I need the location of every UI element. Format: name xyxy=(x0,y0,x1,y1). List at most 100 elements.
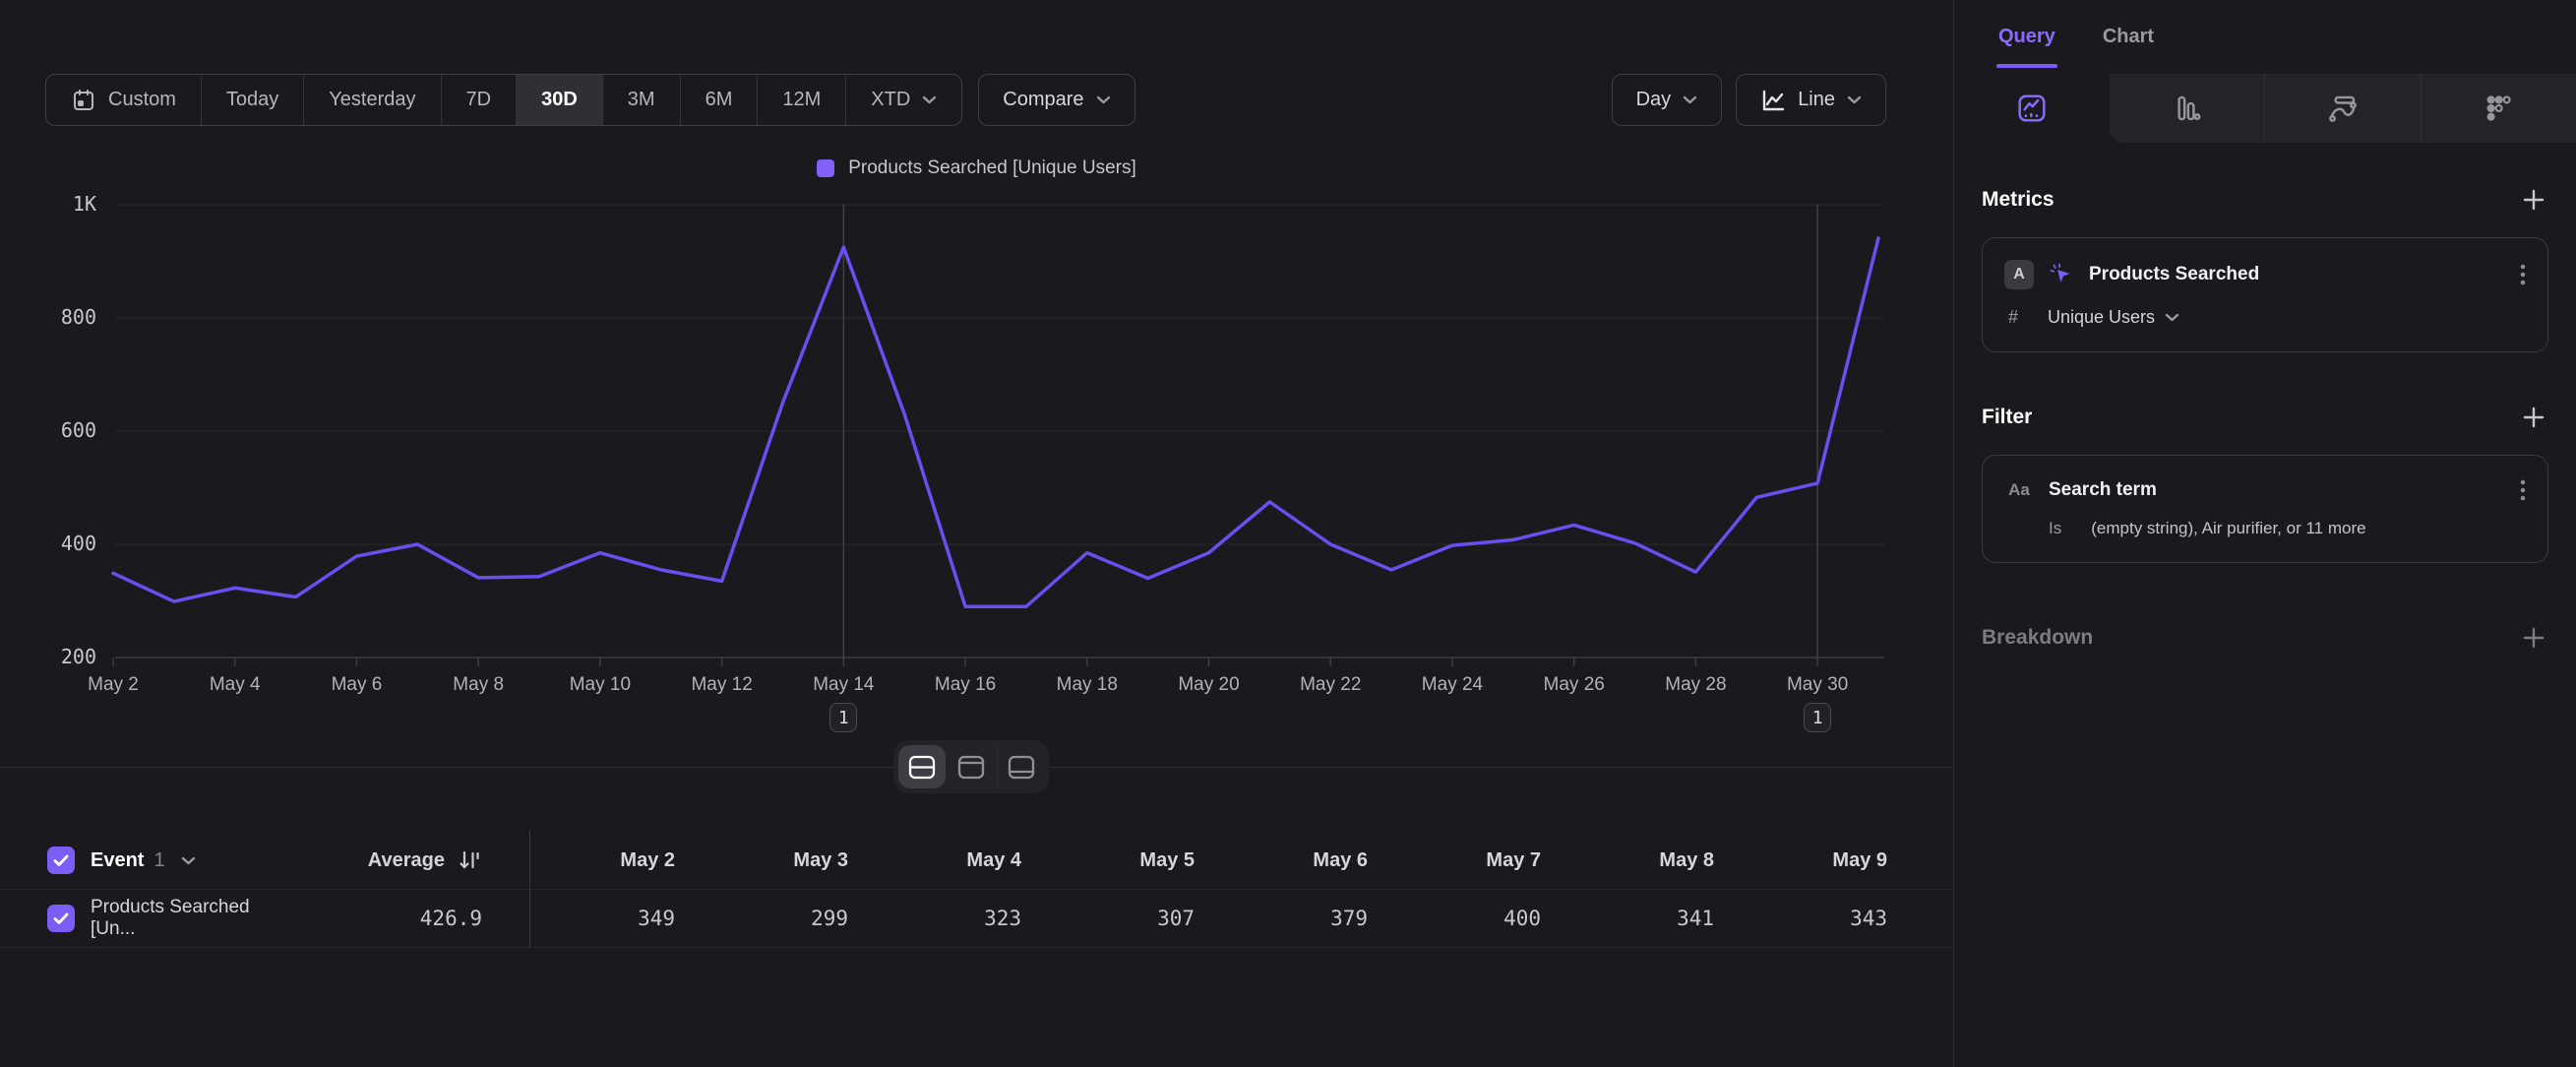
measure-dropdown[interactable]: Unique Users xyxy=(2048,307,2179,328)
table-view-button[interactable] xyxy=(997,745,1044,788)
value-cell: 343 xyxy=(1742,907,1915,930)
query-type-tabs xyxy=(1954,74,2576,143)
sort-icon[interactable] xyxy=(457,847,482,873)
range-today[interactable]: Today xyxy=(201,75,303,125)
range-6m[interactable]: 6M xyxy=(680,75,758,125)
date-column-header: May 6 xyxy=(1222,849,1395,872)
average-value: 426.9 xyxy=(420,907,482,930)
range-label: XTD xyxy=(871,89,910,111)
metrics-title: Metrics xyxy=(1982,188,2055,212)
tab-query[interactable]: Query xyxy=(1998,26,2055,48)
chart-type-dropdown[interactable]: Line xyxy=(1736,74,1886,126)
x-axis-label: May 26 xyxy=(1520,674,1628,696)
select-all-checkbox[interactable] xyxy=(47,847,75,874)
filter-title: Filter xyxy=(1982,406,2032,429)
date-column-header: May 5 xyxy=(1049,849,1222,872)
filter-menu-button[interactable] xyxy=(2520,477,2526,503)
x-axis-label: May 10 xyxy=(546,674,654,696)
date-column-header: May 8 xyxy=(1568,849,1742,872)
x-axis-label: May 6 xyxy=(302,674,410,696)
insights-icon xyxy=(2016,93,2048,124)
plus-icon xyxy=(2521,187,2546,213)
metrics-section-header: Metrics xyxy=(1982,182,2548,218)
filter-property-name[interactable]: Search term xyxy=(2049,479,2157,501)
granularity-dropdown[interactable]: Day xyxy=(1612,74,1723,126)
table-header-row: Event 1 Average May 2May 3May 4May 5May … xyxy=(0,832,1953,890)
x-axis-label: May 18 xyxy=(1033,674,1141,696)
event-count: 1 xyxy=(153,849,164,872)
line-chart[interactable] xyxy=(0,138,1953,768)
layout-toggle xyxy=(893,740,1049,793)
chevron-down-icon xyxy=(1683,95,1697,104)
average-header-cell[interactable]: Average xyxy=(295,847,482,873)
average-label: Average xyxy=(368,849,445,872)
retention-icon xyxy=(2483,93,2514,124)
range-7d[interactable]: 7D xyxy=(441,75,517,125)
value-cell: 323 xyxy=(876,907,1049,930)
chevron-down-icon xyxy=(922,95,937,104)
range-yesterday[interactable]: Yesterday xyxy=(303,75,440,125)
chart-type-label: Line xyxy=(1798,89,1835,111)
plus-icon xyxy=(2521,405,2546,430)
range-label: Custom xyxy=(108,89,176,111)
calendar-icon xyxy=(71,88,96,113)
number-type-icon: # xyxy=(2008,307,2032,328)
event-sparkle-icon xyxy=(2049,262,2074,287)
tab-retention[interactable] xyxy=(2421,74,2576,143)
chart-view-icon xyxy=(956,754,986,781)
x-axis-label: May 14 xyxy=(789,674,897,696)
filter-section-header: Filter xyxy=(1982,400,2548,435)
range-3m[interactable]: 3M xyxy=(602,75,680,125)
add-breakdown-button[interactable] xyxy=(2519,623,2548,653)
range-label: 6M xyxy=(705,89,733,111)
event-dropdown-label[interactable]: Event xyxy=(91,849,144,872)
value-cell: 307 xyxy=(1049,907,1222,930)
event-name: Products Searched [Un... xyxy=(91,897,295,940)
sidebar-content: Metrics A Products Searched # xyxy=(1954,143,2576,656)
split-view-button[interactable] xyxy=(898,745,946,788)
filter-value: (empty string), Air purifier, or 11 more xyxy=(2091,519,2365,538)
filter-condition-row[interactable]: Is (empty string), Air purifier, or 11 m… xyxy=(2004,519,2526,538)
filter-card[interactable]: Aa Search term Is (empty string), Air pu… xyxy=(1982,455,2548,563)
x-axis-label: May 2 xyxy=(59,674,167,696)
split-view-icon xyxy=(907,754,937,781)
metric-card[interactable]: A Products Searched # Unique Users xyxy=(1982,237,2548,352)
measure-label: Unique Users xyxy=(2048,307,2155,328)
tab-funnels[interactable] xyxy=(2110,74,2265,143)
tab-chart[interactable]: Chart xyxy=(2103,26,2154,48)
add-filter-button[interactable] xyxy=(2519,403,2548,432)
chevron-down-icon xyxy=(1847,95,1862,104)
chart-view-button[interactable] xyxy=(948,745,995,788)
compare-button[interactable]: Compare xyxy=(978,74,1135,126)
table-column-divider xyxy=(529,830,530,948)
range-custom[interactable]: Custom xyxy=(46,75,201,125)
range-label: Today xyxy=(226,89,278,111)
chevron-down-icon[interactable] xyxy=(181,856,196,865)
check-icon xyxy=(53,854,69,867)
value-cell: 400 xyxy=(1395,907,1568,930)
add-metric-button[interactable] xyxy=(2519,185,2548,215)
query-sidebar: Query Chart xyxy=(1953,0,2576,1067)
range-label: Yesterday xyxy=(329,89,415,111)
metric-card-row: A Products Searched xyxy=(2004,260,2526,289)
annotation-badge[interactable]: 1 xyxy=(1804,703,1831,732)
kebab-icon xyxy=(2520,477,2526,503)
metric-measure-row: # Unique Users xyxy=(2004,307,2526,328)
row-checkbox[interactable] xyxy=(47,905,75,932)
chart-area: Products Searched [Unique Users] May 2Ma… xyxy=(0,138,1953,768)
x-axis-label: May 12 xyxy=(668,674,776,696)
range-30d[interactable]: 30D xyxy=(516,75,602,125)
metric-menu-button[interactable] xyxy=(2520,262,2526,287)
x-axis-label: May 30 xyxy=(1763,674,1871,696)
range-label: 12M xyxy=(782,89,821,111)
tab-flows[interactable] xyxy=(2264,74,2421,143)
metric-name[interactable]: Products Searched xyxy=(2089,264,2259,285)
range-label: 30D xyxy=(541,89,578,111)
range-label: 7D xyxy=(466,89,492,111)
tab-insights[interactable] xyxy=(1954,74,2110,143)
range-xtd[interactable]: XTD xyxy=(845,75,961,125)
range-12m[interactable]: 12M xyxy=(757,75,845,125)
event-header-cell: Event 1 xyxy=(0,847,295,874)
annotation-badge[interactable]: 1 xyxy=(829,703,857,732)
check-icon xyxy=(53,912,69,925)
